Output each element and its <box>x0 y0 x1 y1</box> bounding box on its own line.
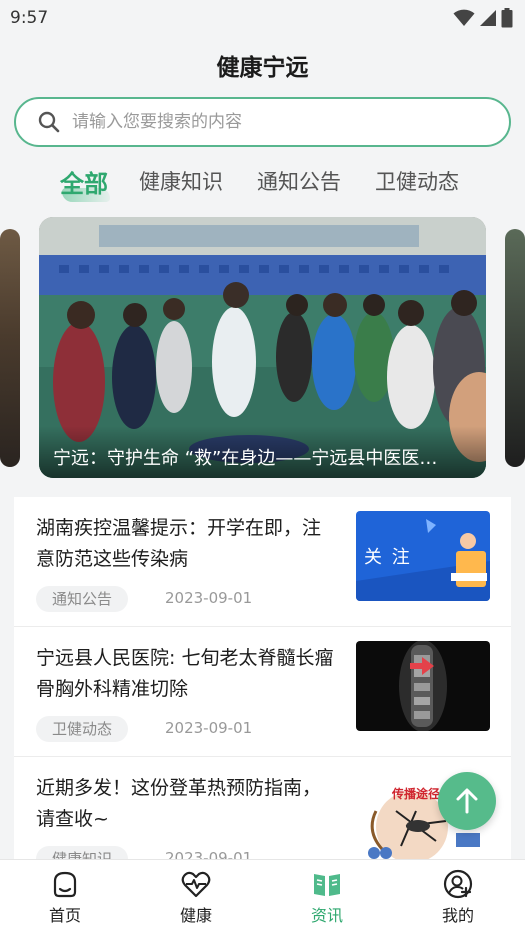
tab-health-news[interactable]: 卫健动态 <box>375 166 459 196</box>
scroll-to-top-button[interactable] <box>438 772 496 830</box>
news-date: 2023-09-01 <box>165 719 253 737</box>
thumbnail-label: 传播途径 <box>392 787 441 801</box>
battery-icon <box>501 8 513 28</box>
nav-profile[interactable]: 我的 <box>418 868 498 926</box>
tab-notices[interactable]: 通知公告 <box>257 166 341 196</box>
carousel-prev-slide[interactable] <box>0 229 20 467</box>
status-time: 9:57 <box>10 8 49 28</box>
carousel-next-slide[interactable] <box>505 229 525 467</box>
news-thumbnail: 关 注 <box>356 511 490 601</box>
news-title: 近期多发！这份登革热预防指南，请查收~ <box>36 777 322 830</box>
arrow-up-icon <box>456 788 478 814</box>
nav-label: 首页 <box>48 906 81 925</box>
nav-home[interactable]: 首页 <box>25 868 105 926</box>
news-category-tag: 通知公告 <box>36 586 129 612</box>
list-item[interactable]: 湖南疾控温馨提示：开学在即，注意防范这些传染病 通知公告 2023-09-01 … <box>14 497 511 627</box>
open-book-icon <box>314 874 340 896</box>
news-list: 湖南疾控温馨提示：开学在即，注意防范这些传染病 通知公告 2023-09-01 … <box>14 497 511 859</box>
search-icon <box>38 111 60 133</box>
user-plus-icon <box>443 869 473 899</box>
news-title: 宁远县人民医院: 七旬老太脊髓长瘤 骨胸外科精准切除 <box>36 647 334 700</box>
nav-label: 健康 <box>179 906 212 925</box>
banner-slide[interactable]: 宁远：守护生命 “救”在身边——宁远县中医医… <box>39 217 486 478</box>
search-bar[interactable] <box>14 97 511 147</box>
category-tabs: 全部 健康知识 通知公告 卫健动态 <box>0 164 525 204</box>
nav-label: 我的 <box>441 906 474 925</box>
search-input[interactable] <box>72 112 509 132</box>
news-date: 2023-09-01 <box>165 849 253 859</box>
heart-pulse-icon <box>181 871 211 898</box>
news-category-tag: 健康知识 <box>36 846 129 859</box>
news-category-tag: 卫健动态 <box>36 716 129 742</box>
news-thumbnail <box>356 641 490 731</box>
nav-news[interactable]: 资讯 <box>287 868 367 926</box>
status-bar: 9:57 <box>0 0 525 36</box>
signal-icon <box>480 10 496 26</box>
news-date: 2023-09-01 <box>165 589 253 607</box>
nav-health[interactable]: 健康 <box>156 868 236 926</box>
status-icons <box>453 8 513 28</box>
nav-label: 资讯 <box>310 906 343 925</box>
wifi-icon <box>453 9 475 26</box>
bottom-nav: 首页 健康 资讯 我的 <box>0 859 525 935</box>
page-title: 健康宁远 <box>216 55 309 81</box>
tab-all[interactable]: 全部 <box>60 164 108 199</box>
news-title: 湖南疾控温馨提示：开学在即，注意防范这些传染病 <box>36 517 322 570</box>
thumbnail-label: 关 注 <box>364 547 412 568</box>
list-item[interactable]: 宁远县人民医院: 七旬老太脊髓长瘤 骨胸外科精准切除 卫健动态 2023-09-… <box>14 627 511 757</box>
banner-caption: 宁远：守护生命 “救”在身边——宁远县中医医… <box>39 426 486 478</box>
list-item[interactable]: 近期多发！这份登革热预防指南，请查收~ 健康知识 2023-09-01 传播途径 <box>14 757 511 859</box>
tab-health-knowledge[interactable]: 健康知识 <box>139 166 223 196</box>
home-smile-icon <box>53 871 77 898</box>
